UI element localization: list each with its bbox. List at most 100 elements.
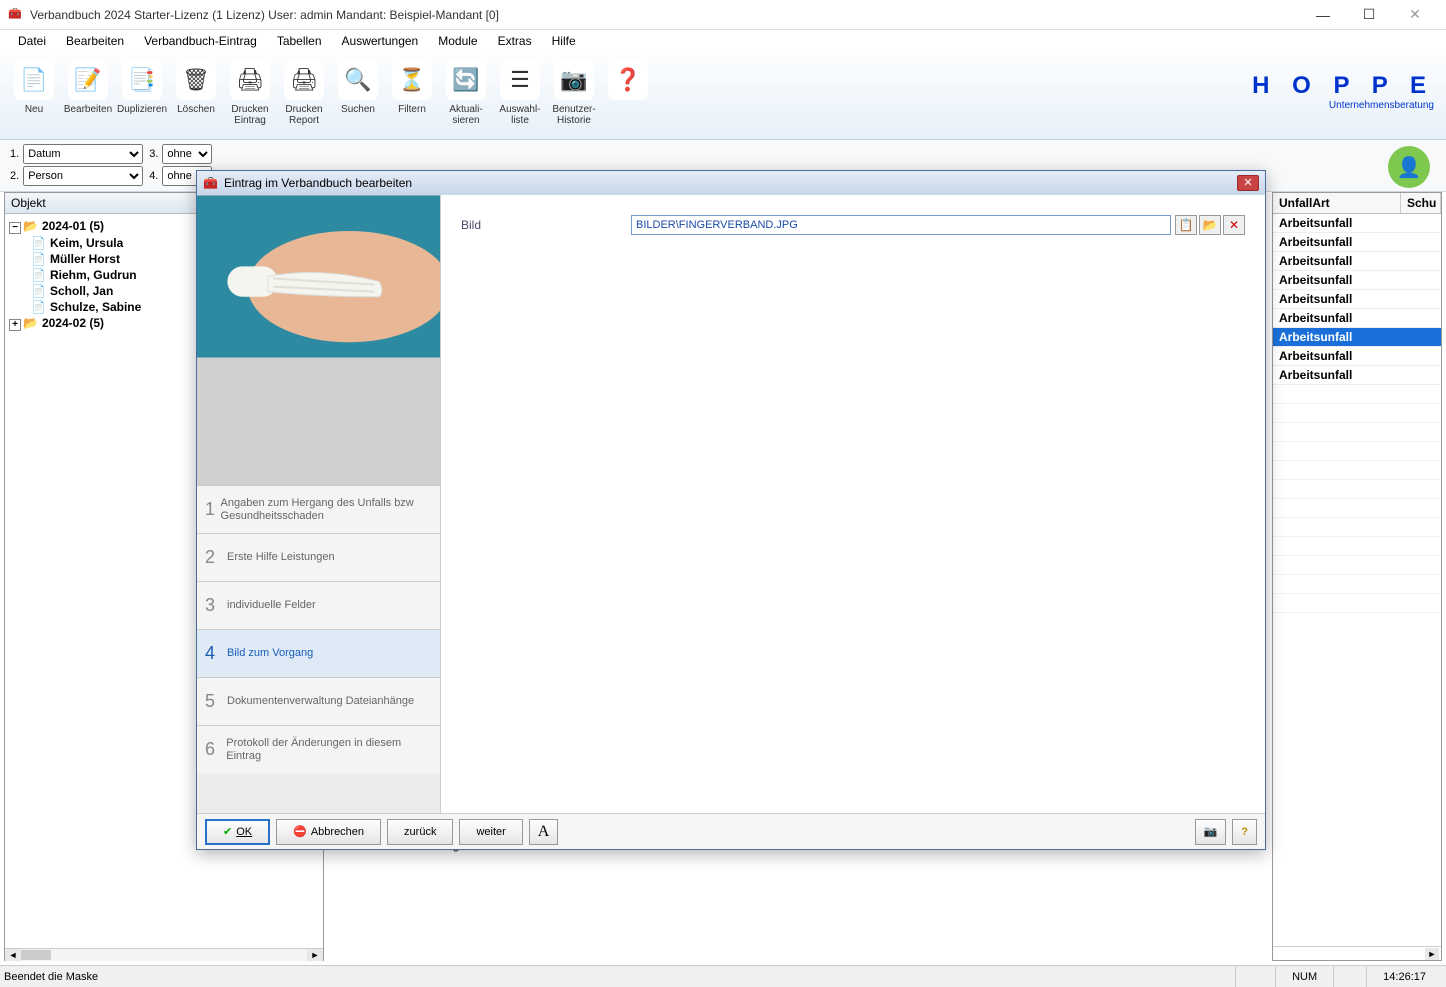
- tool-btn-6[interactable]: 🔍Suchen: [332, 56, 384, 136]
- dialog-tab-4[interactable]: 4Bild zum Vorgang: [197, 629, 440, 677]
- maximize-button[interactable]: ☐: [1346, 0, 1392, 30]
- dialog-sidebar: 1Angaben zum Hergang des Unfalls bzw Ges…: [197, 195, 441, 813]
- scroll-right-icon[interactable]: ►: [307, 949, 323, 961]
- table-row[interactable]: [1273, 442, 1441, 461]
- menu-datei[interactable]: Datei: [8, 32, 56, 50]
- table-row[interactable]: Arbeitsunfall: [1273, 252, 1441, 271]
- tree-scrollbar[interactable]: ◄ ►: [5, 948, 323, 960]
- minimize-button[interactable]: —: [1300, 0, 1346, 30]
- table-row[interactable]: [1273, 594, 1441, 613]
- menu-auswertungen[interactable]: Auswertungen: [332, 32, 429, 50]
- tool-icon: 📄: [14, 60, 54, 100]
- table-row[interactable]: [1273, 556, 1441, 575]
- close-button[interactable]: ✕: [1392, 0, 1438, 30]
- expand-icon[interactable]: −: [9, 222, 21, 234]
- table-row[interactable]: [1273, 575, 1441, 594]
- table-row[interactable]: [1273, 423, 1441, 442]
- scroll-right-icon[interactable]: ►: [1425, 948, 1439, 960]
- folder-icon: 📂: [23, 219, 38, 233]
- dialog-content: Bild 📋 📂 ✕: [441, 195, 1265, 813]
- grid-scrollbar[interactable]: ►: [1273, 946, 1441, 960]
- expand-icon[interactable]: +: [9, 319, 21, 331]
- tool-btn-4[interactable]: 🖨Drucken Eintrag: [224, 56, 276, 136]
- copy-button[interactable]: 📋: [1175, 215, 1197, 235]
- browse-button[interactable]: 📂: [1199, 215, 1221, 235]
- status-empty: [1235, 966, 1275, 987]
- tool-icon: 🖨: [230, 60, 270, 100]
- back-button[interactable]: zurück: [387, 819, 453, 845]
- delete-image-button[interactable]: ✕: [1223, 215, 1245, 235]
- doc-icon: 📄: [31, 236, 46, 250]
- tool-btn-7[interactable]: ⏳Filtern: [386, 56, 438, 136]
- grid-col-unfallart[interactable]: UnfallArt: [1273, 193, 1401, 213]
- dialog-preview-image: [197, 195, 440, 485]
- tool-icon: 🗑: [176, 60, 216, 100]
- camera-button[interactable]: 📷: [1195, 819, 1227, 845]
- grid-col-schu[interactable]: Schu: [1401, 193, 1441, 213]
- field-label-bild: Bild: [461, 218, 631, 232]
- table-row[interactable]: Arbeitsunfall: [1273, 328, 1441, 347]
- filter-datum[interactable]: Datum: [23, 144, 143, 164]
- tool-btn-3[interactable]: 🗑Löschen: [170, 56, 222, 136]
- dialog-tab-1[interactable]: 1Angaben zum Hergang des Unfalls bzw Ges…: [197, 485, 440, 533]
- table-row[interactable]: [1273, 461, 1441, 480]
- dialog-tab-3[interactable]: 3individuelle Felder: [197, 581, 440, 629]
- dialog-tab-6[interactable]: 6Protokoll der Änderungen in diesem Eint…: [197, 725, 440, 773]
- status-text: Beendet die Maske: [4, 971, 1235, 983]
- dialog-titlebar[interactable]: 🧰 Eintrag im Verbandbuch bearbeiten ✕: [197, 171, 1265, 195]
- table-row[interactable]: Arbeitsunfall: [1273, 214, 1441, 233]
- doc-icon: 📄: [31, 300, 46, 314]
- table-row[interactable]: Arbeitsunfall: [1273, 366, 1441, 385]
- table-row[interactable]: [1273, 480, 1441, 499]
- tool-btn-11[interactable]: ❓: [602, 56, 654, 136]
- dialog-title: Eintrag im Verbandbuch bearbeiten: [224, 176, 1237, 190]
- table-row[interactable]: [1273, 518, 1441, 537]
- tool-btn-5[interactable]: 🖨Drucken Report: [278, 56, 330, 136]
- user-badge-icon[interactable]: 👤: [1388, 146, 1430, 188]
- help-button[interactable]: ?: [1232, 819, 1257, 845]
- tool-btn-8[interactable]: 🔄Aktuali-sieren: [440, 56, 492, 136]
- table-row[interactable]: Arbeitsunfall: [1273, 271, 1441, 290]
- window-title: Verbandbuch 2024 Starter-Lizenz (1 Lizen…: [30, 8, 1300, 22]
- logo: H O P P E Unternehmensberatung: [1252, 72, 1434, 111]
- filter-person[interactable]: Person: [23, 166, 143, 186]
- doc-icon: 📄: [31, 268, 46, 282]
- tool-icon: 🔄: [446, 60, 486, 100]
- menu-hilfe[interactable]: Hilfe: [542, 32, 586, 50]
- tool-btn-1[interactable]: 📝Bearbeiten: [62, 56, 114, 136]
- filter-3[interactable]: ohne G: [162, 144, 212, 164]
- grid-body[interactable]: ArbeitsunfallArbeitsunfallArbeitsunfallA…: [1273, 214, 1441, 946]
- table-row[interactable]: [1273, 499, 1441, 518]
- menu-extras[interactable]: Extras: [488, 32, 542, 50]
- font-button[interactable]: A: [529, 819, 559, 845]
- table-row[interactable]: [1273, 385, 1441, 404]
- menu-bearbeiten[interactable]: Bearbeiten: [56, 32, 134, 50]
- tool-btn-10[interactable]: 📷Benutzer-Historie: [548, 56, 600, 136]
- table-row[interactable]: Arbeitsunfall: [1273, 309, 1441, 328]
- tool-btn-0[interactable]: 📄Neu: [8, 56, 60, 136]
- toolbar: 📄Neu📝Bearbeiten📑Duplizieren🗑Löschen🖨Druc…: [0, 52, 1446, 140]
- edit-entry-dialog: 🧰 Eintrag im Verbandbuch bearbeiten ✕ 1A…: [196, 170, 1266, 850]
- next-button[interactable]: weiter: [459, 819, 522, 845]
- dialog-tab-2[interactable]: 2Erste Hilfe Leistungen: [197, 533, 440, 581]
- tool-btn-9[interactable]: ☰Auswahl-liste: [494, 56, 546, 136]
- scroll-left-icon[interactable]: ◄: [5, 949, 21, 961]
- dialog-close-button[interactable]: ✕: [1237, 175, 1259, 191]
- table-row[interactable]: Arbeitsunfall: [1273, 347, 1441, 366]
- menu-verbandbuch[interactable]: Verbandbuch-Eintrag: [134, 32, 267, 50]
- status-num: NUM: [1275, 966, 1333, 987]
- grid-panel: UnfallArt Schu ArbeitsunfallArbeitsunfal…: [1272, 192, 1442, 961]
- dialog-tab-5[interactable]: 5Dokumentenverwaltung Dateianhänge: [197, 677, 440, 725]
- cancel-button[interactable]: ⛔Abbrechen: [276, 819, 381, 845]
- menu-bar: Datei Bearbeiten Verbandbuch-Eintrag Tab…: [0, 30, 1446, 52]
- table-row[interactable]: Arbeitsunfall: [1273, 233, 1441, 252]
- table-row[interactable]: Arbeitsunfall: [1273, 290, 1441, 309]
- table-row[interactable]: [1273, 404, 1441, 423]
- ok-button[interactable]: ✔OK: [205, 819, 270, 845]
- image-path-input[interactable]: [631, 215, 1171, 235]
- menu-module[interactable]: Module: [428, 32, 487, 50]
- folder-icon: 📂: [23, 316, 38, 330]
- table-row[interactable]: [1273, 537, 1441, 556]
- tool-btn-2[interactable]: 📑Duplizieren: [116, 56, 168, 136]
- menu-tabellen[interactable]: Tabellen: [267, 32, 332, 50]
